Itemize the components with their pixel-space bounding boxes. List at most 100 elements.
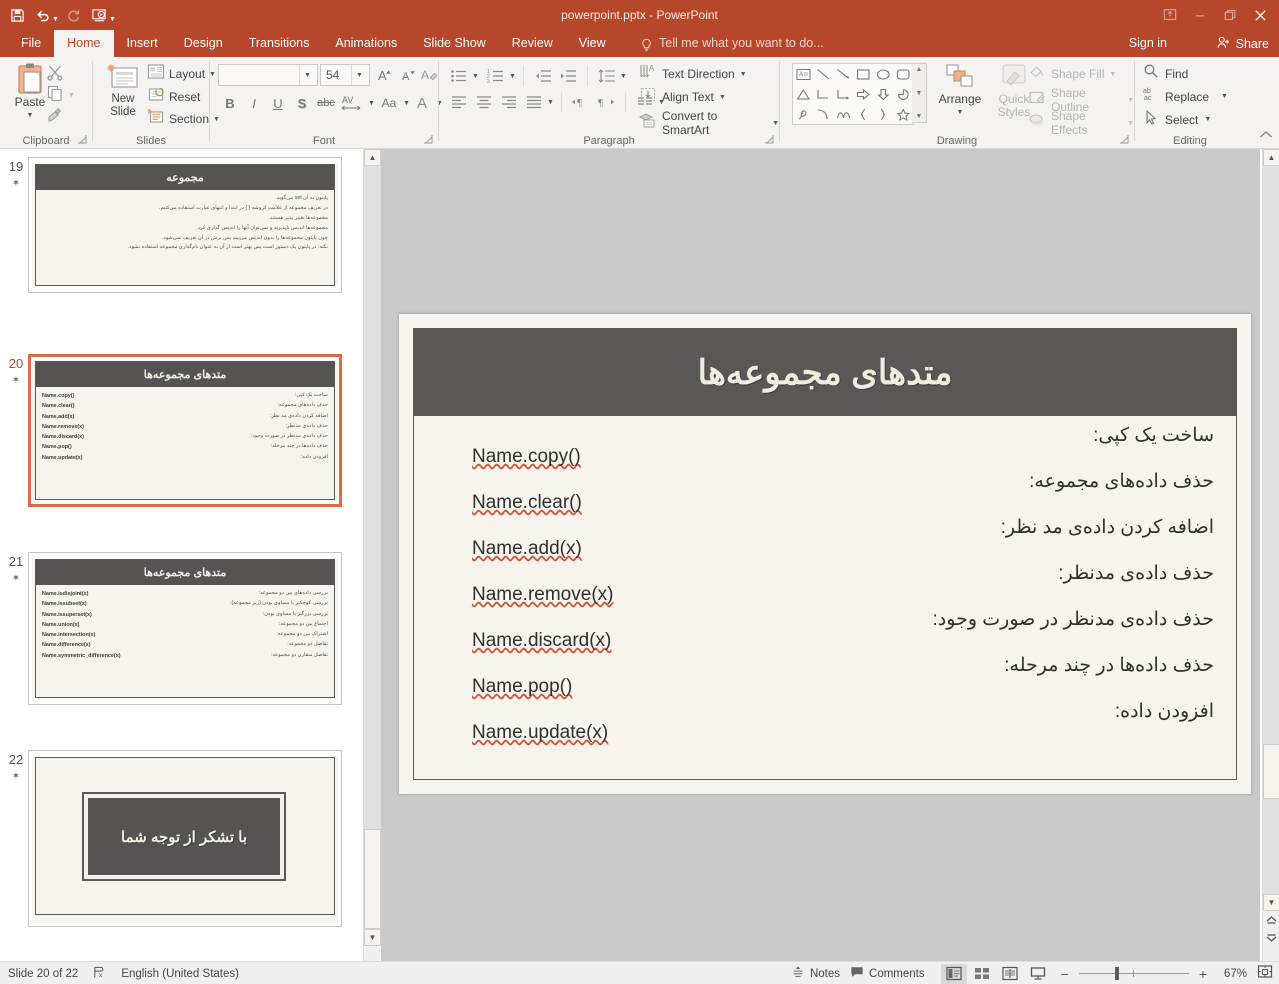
shape-right-brace-icon[interactable] (873, 104, 893, 124)
slide-thumbnails-pane[interactable]: 19 ✶ مجموعه پایتون به آن set می‌گوید. در… (0, 149, 363, 961)
thumbnails-scroll-down-icon[interactable]: ▼ (364, 929, 381, 946)
character-spacing-button[interactable]: AV (338, 92, 368, 114)
increase-font-size-button[interactable]: A (373, 64, 397, 86)
font-name-box[interactable]: ▼ (218, 64, 318, 86)
tab-review[interactable]: Review (499, 30, 566, 57)
find-button[interactable]: Find (1143, 63, 1188, 84)
replace-dropdown-icon[interactable]: ▼ (1221, 93, 1228, 100)
shapes-scroll-up-icon[interactable]: ▲ (916, 66, 923, 73)
shapes-gallery-scroll[interactable]: ▲ ▼ ▼ (912, 63, 927, 123)
cut-button[interactable] (46, 63, 64, 86)
character-spacing-dropdown-icon[interactable]: ▼ (368, 100, 375, 107)
start-presentation-icon[interactable] (87, 2, 113, 28)
convert-to-smartart-button[interactable]: Convert to SmartArt ▼ (638, 109, 779, 137)
shape-right-arrow-icon[interactable] (853, 84, 873, 104)
ribbon-display-options-icon[interactable] (1155, 2, 1185, 28)
comments-button[interactable]: Comments (850, 965, 925, 982)
tab-home[interactable]: Home (54, 30, 114, 57)
shape-curve-icon[interactable] (833, 104, 853, 124)
align-left-icon[interactable] (447, 91, 471, 113)
align-text-dropdown-icon[interactable]: ▼ (719, 94, 726, 101)
shape-oval-icon[interactable] (873, 64, 893, 84)
shape-rectangle-icon[interactable] (853, 64, 873, 84)
undo-icon[interactable] (30, 2, 56, 28)
thumbnails-scroll-thumb[interactable] (364, 829, 381, 929)
close-icon[interactable] (1245, 2, 1275, 28)
notes-button[interactable]: Notes (791, 965, 840, 982)
tell-me-search[interactable]: Tell me what you want to do... (640, 30, 824, 57)
thumbnails-scrollbar[interactable]: ▲ ▼ (363, 149, 381, 961)
shape-triangle-icon[interactable] (793, 84, 813, 104)
restore-icon[interactable] (1215, 2, 1245, 28)
shape-arc-icon[interactable] (813, 104, 833, 124)
arrange-button[interactable]: Arrange ▼ (932, 63, 988, 119)
arrange-dropdown-icon[interactable]: ▼ (957, 106, 964, 119)
select-dropdown-icon[interactable]: ▼ (1204, 116, 1211, 123)
font-name-input[interactable] (219, 66, 299, 84)
reset-button[interactable]: Reset (147, 86, 200, 108)
slide-edit-pane[interactable]: متدهای مجموعه‌ها ساخت یک کپی: Name.copy(… (381, 149, 1260, 961)
align-center-icon[interactable] (472, 91, 496, 113)
slide-content-placeholder[interactable]: ساخت یک کپی: Name.copy() حذف داده‌های مج… (414, 416, 1236, 779)
current-slide[interactable]: متدهای مجموعه‌ها ساخت یک کپی: Name.copy(… (399, 314, 1251, 794)
slide-sorter-button[interactable] (969, 964, 995, 984)
align-right-icon[interactable] (497, 91, 521, 113)
tab-design[interactable]: Design (171, 30, 236, 57)
zoom-level[interactable]: 67% (1217, 968, 1247, 980)
shape-elbow-arrow-icon[interactable] (833, 84, 853, 104)
tab-view[interactable]: View (566, 30, 619, 57)
line-spacing-dropdown-icon[interactable]: ▼ (620, 73, 627, 80)
paste-dropdown-icon[interactable]: ▼ (27, 109, 34, 122)
justify-icon[interactable] (522, 91, 546, 113)
justify-dropdown-icon[interactable]: ▼ (547, 99, 554, 106)
tab-slide-show[interactable]: Slide Show (410, 30, 499, 57)
zoom-slider-handle[interactable] (1114, 967, 1119, 980)
shapes-gallery[interactable]: A (792, 63, 914, 125)
copy-button[interactable]: ▼ (46, 84, 75, 107)
align-text-button[interactable]: Align Text ▼ (639, 86, 726, 108)
font-size-dropdown-icon[interactable]: ▼ (351, 65, 367, 85)
change-case-button[interactable]: Aa (375, 92, 403, 114)
redo-icon[interactable] (61, 2, 87, 28)
tab-animations[interactable]: Animations (322, 30, 410, 57)
next-slide-button[interactable] (1263, 931, 1279, 946)
bullets-dropdown-icon[interactable]: ▼ (472, 73, 479, 80)
shape-pie-icon[interactable] (893, 84, 913, 104)
strikethrough-button[interactable]: abc (314, 92, 338, 114)
share-button[interactable]: Share (1216, 30, 1269, 57)
fit-to-window-icon[interactable] (1257, 964, 1273, 983)
shape-arrow-icon[interactable] (833, 64, 853, 84)
shape-fill-button[interactable]: Shape Fill ▼ (1028, 63, 1116, 85)
save-icon[interactable] (4, 2, 30, 28)
line-spacing-icon[interactable] (595, 65, 619, 87)
previous-slide-button[interactable] (1263, 912, 1279, 927)
bullets-icon[interactable] (447, 65, 471, 87)
slide-scroll-thumb[interactable] (1263, 744, 1279, 799)
tab-insert[interactable]: Insert (114, 30, 171, 57)
slide-scroll-up-icon[interactable]: ▲ (1263, 149, 1279, 166)
paragraph-dialog-launcher[interactable] (764, 134, 776, 146)
zoom-slider[interactable] (1078, 965, 1189, 983)
collapse-ribbon-icon[interactable] (1259, 129, 1273, 144)
copy-dropdown-icon[interactable]: ▼ (68, 92, 75, 99)
language-indicator[interactable]: English (United States) (121, 968, 239, 980)
numbering-dropdown-icon[interactable]: ▼ (509, 73, 516, 80)
numbering-icon[interactable]: 123 (484, 65, 508, 87)
underline-button[interactable]: U (266, 92, 290, 114)
shape-line-icon[interactable] (813, 64, 833, 84)
thumbnail-frame-21[interactable]: متدهای مجموعه‌ها Name.isdisjoint(x) بررسی… (28, 552, 342, 705)
shape-effects-button[interactable]: Shape Effects ▼ (1028, 109, 1134, 137)
shape-textbox-icon[interactable]: A (793, 64, 813, 84)
shape-scribble-icon[interactable] (793, 104, 813, 124)
thumbnail-frame-20[interactable]: متدهای مجموعه‌ها Name.copy() ساخت یک کپی:… (28, 354, 342, 507)
thumbnails-scroll-up-icon[interactable]: ▲ (364, 149, 381, 166)
right-to-left-icon[interactable]: ¶ (594, 91, 618, 113)
shape-down-arrow-icon[interactable] (873, 84, 893, 104)
increase-indent-icon[interactable] (556, 65, 580, 87)
thumbnail-frame-19[interactable]: مجموعه پایتون به آن set می‌گوید. در تعری… (28, 157, 342, 293)
replace-button[interactable]: ab ac Replace ▼ (1143, 86, 1228, 107)
slide-title[interactable]: متدهای مجموعه‌ها (414, 329, 1236, 416)
shapes-scroll-down-icon[interactable]: ▼ (916, 90, 923, 97)
clipboard-dialog-launcher[interactable] (77, 134, 89, 146)
shape-elbow-connector-icon[interactable] (813, 84, 833, 104)
